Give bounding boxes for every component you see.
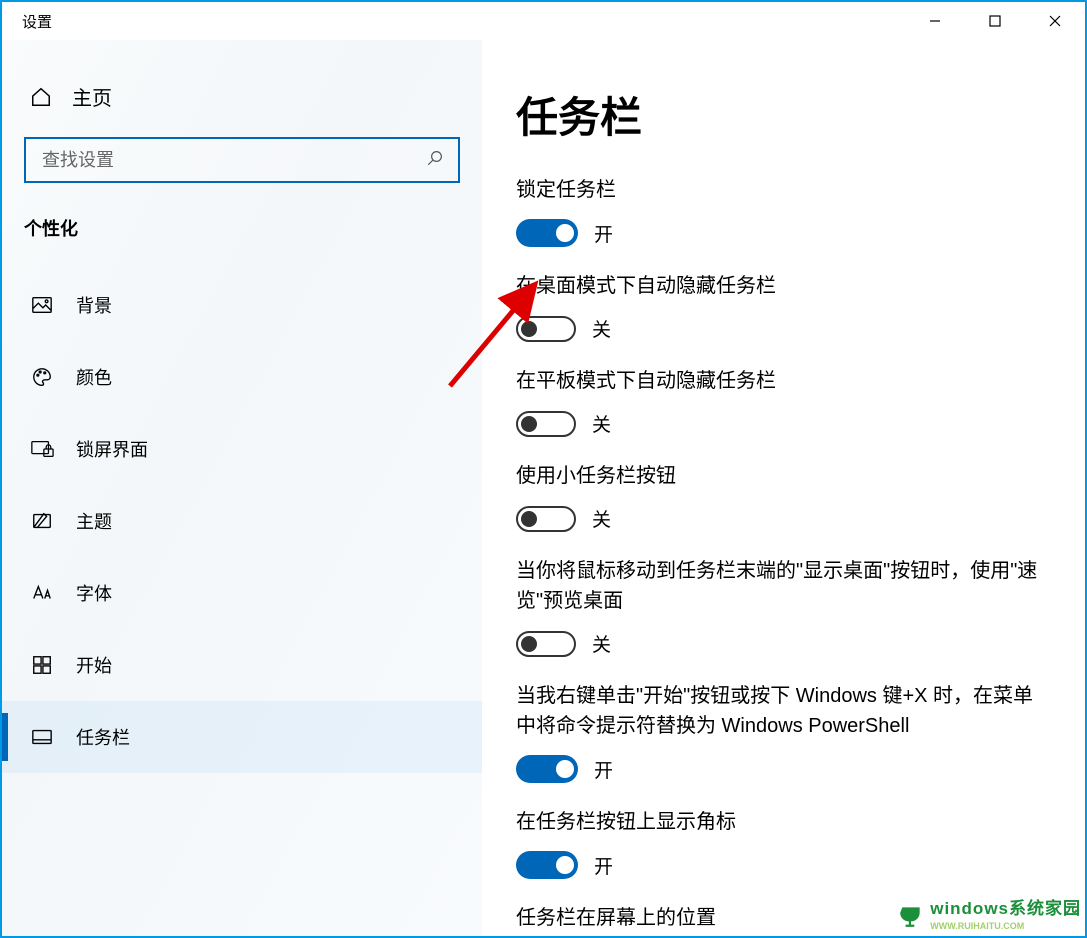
- main-panel: 任务栏 锁定任务栏 开 在桌面模式下自动隐藏任务栏 关 在平板模式下自动隐藏任务…: [482, 40, 1085, 936]
- sidebar-item-label: 字体: [76, 580, 112, 606]
- palette-icon: [30, 366, 54, 388]
- theme-icon: [30, 510, 54, 532]
- setting-small-buttons: 使用小任务栏按钮 关: [516, 461, 1051, 532]
- setting-powershell: 当我右键单击"开始"按钮或按下 Windows 键+X 时，在菜单中将命令提示符…: [516, 681, 1051, 783]
- sidebar-item-lockscreen[interactable]: 锁屏界面: [2, 413, 482, 485]
- setting-lock-taskbar: 锁定任务栏 开: [516, 175, 1051, 247]
- toggle-badges[interactable]: [516, 851, 578, 879]
- toggle-state: 开: [594, 220, 613, 247]
- toggle-autohide-desktop[interactable]: [516, 316, 576, 342]
- start-icon: [30, 654, 54, 676]
- toggle-row: 关: [516, 505, 1051, 532]
- setting-label: 在桌面模式下自动隐藏任务栏: [516, 271, 1051, 301]
- watermark-logo-icon: [898, 903, 924, 929]
- titlebar: 设置: [2, 2, 1085, 40]
- setting-label: 当我右键单击"开始"按钮或按下 Windows 键+X 时，在菜单中将命令提示符…: [516, 681, 1051, 741]
- sidebar-item-label: 开始: [76, 652, 112, 678]
- content-area: 主页 个性化 背景: [2, 40, 1085, 936]
- setting-label: 在平板模式下自动隐藏任务栏: [516, 366, 1051, 396]
- setting-label: 在任务栏按钮上显示角标: [516, 807, 1051, 837]
- close-icon: [1048, 14, 1062, 28]
- toggle-row: 关: [516, 410, 1051, 437]
- picture-icon: [30, 294, 54, 316]
- search-wrap: [24, 137, 460, 183]
- toggle-row: 开: [516, 851, 1051, 879]
- window-title: 设置: [22, 11, 52, 32]
- sidebar-item-label: 任务栏: [76, 724, 130, 750]
- sidebar-item-start[interactable]: 开始: [2, 629, 482, 701]
- setting-label: 锁定任务栏: [516, 175, 1051, 205]
- sidebar: 主页 个性化 背景: [2, 40, 482, 936]
- toggle-row: 开: [516, 219, 1051, 247]
- sidebar-item-label: 颜色: [76, 364, 112, 390]
- toggle-lock-taskbar[interactable]: [516, 219, 578, 247]
- home-icon: [30, 86, 52, 108]
- sidebar-item-background[interactable]: 背景: [2, 269, 482, 341]
- toggle-state: 关: [592, 505, 611, 532]
- setting-autohide-tablet: 在平板模式下自动隐藏任务栏 关: [516, 366, 1051, 437]
- close-button[interactable]: [1025, 2, 1085, 40]
- sidebar-nav: 背景 颜色 锁屏界面: [2, 269, 482, 773]
- lockscreen-icon: [30, 438, 54, 460]
- toggle-state: 关: [592, 315, 611, 342]
- sidebar-item-fonts[interactable]: 字体: [2, 557, 482, 629]
- window-controls: [905, 2, 1085, 40]
- toggle-state: 关: [592, 410, 611, 437]
- watermark-sub1: 系统家园: [1009, 899, 1081, 918]
- home-label: 主页: [72, 82, 112, 111]
- page-title: 任务栏: [516, 84, 1051, 145]
- search-box[interactable]: [24, 137, 460, 183]
- sidebar-item-colors[interactable]: 颜色: [2, 341, 482, 413]
- minimize-icon: [928, 14, 942, 28]
- toggle-state: 开: [594, 756, 613, 783]
- minimize-button[interactable]: [905, 2, 965, 40]
- watermark-sub2: WWW.RUIHAITU.COM: [930, 921, 1024, 931]
- settings-window: 设置 主页: [0, 0, 1087, 938]
- watermark: windows系统家园 WWW.RUIHAITU.COM: [898, 900, 1081, 932]
- toggle-autohide-tablet[interactable]: [516, 411, 576, 437]
- toggle-powershell[interactable]: [516, 755, 578, 783]
- sidebar-item-label: 锁屏界面: [76, 436, 148, 462]
- maximize-button[interactable]: [965, 2, 1025, 40]
- toggle-row: 开: [516, 755, 1051, 783]
- toggle-state: 开: [594, 852, 613, 879]
- watermark-text: windows系统家园 WWW.RUIHAITU.COM: [930, 900, 1081, 932]
- search-input[interactable]: [40, 149, 404, 172]
- sidebar-item-taskbar[interactable]: 任务栏: [2, 701, 482, 773]
- sidebar-item-themes[interactable]: 主题: [2, 485, 482, 557]
- maximize-icon: [988, 14, 1002, 28]
- sidebar-section-header: 个性化: [2, 205, 482, 251]
- sidebar-home[interactable]: 主页: [2, 70, 482, 123]
- toggle-peek-desktop[interactable]: [516, 631, 576, 657]
- toggle-state: 关: [592, 630, 611, 657]
- setting-label: 当你将鼠标移动到任务栏末端的"显示桌面"按钮时，使用"速览"预览桌面: [516, 556, 1051, 616]
- setting-label: 使用小任务栏按钮: [516, 461, 1051, 491]
- watermark-brand: windows: [930, 899, 1009, 918]
- toggle-row: 关: [516, 315, 1051, 342]
- font-icon: [30, 582, 54, 604]
- search-icon: [426, 149, 444, 172]
- sidebar-item-label: 主题: [76, 508, 112, 534]
- setting-peek-desktop: 当你将鼠标移动到任务栏末端的"显示桌面"按钮时，使用"速览"预览桌面 关: [516, 556, 1051, 657]
- taskbar-icon: [30, 726, 54, 748]
- setting-badges: 在任务栏按钮上显示角标 开: [516, 807, 1051, 879]
- setting-autohide-desktop: 在桌面模式下自动隐藏任务栏 关: [516, 271, 1051, 342]
- toggle-small-buttons[interactable]: [516, 506, 576, 532]
- toggle-row: 关: [516, 630, 1051, 657]
- sidebar-item-label: 背景: [76, 292, 112, 318]
